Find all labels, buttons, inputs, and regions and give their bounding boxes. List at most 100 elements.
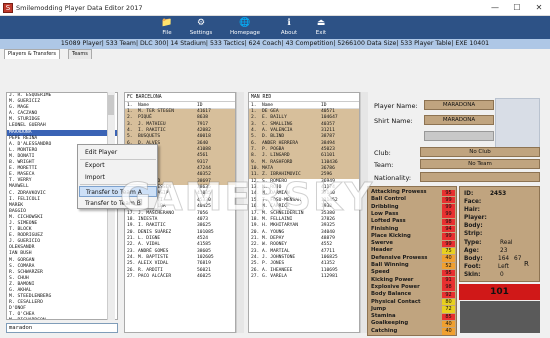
attribute-value-field[interactable]: 98 bbox=[442, 218, 455, 226]
minimize-button[interactable]: — bbox=[484, 1, 506, 14]
context-menu-item[interactable]: Edit Player bbox=[79, 147, 157, 158]
attribute-label: Lofted Pass bbox=[371, 218, 406, 225]
shirt-name-field[interactable]: MARADONA bbox=[424, 115, 494, 125]
player-list-item[interactable]: M. RICHARDSON bbox=[7, 318, 117, 319]
team-row-name: I. RAKITIC bbox=[138, 223, 166, 229]
attribute-row: Dribbling 99 bbox=[368, 203, 456, 211]
attribute-value-field[interactable]: 85 bbox=[442, 313, 455, 321]
team_a-column-header: 1. Name ID bbox=[125, 102, 235, 109]
attribute-row: Swerve 99 bbox=[368, 240, 456, 248]
attribute-label: Jump bbox=[371, 305, 387, 312]
attribute-value-field[interactable]: 99 bbox=[442, 240, 455, 248]
team-row-name: ANDRÉ GOMES bbox=[138, 248, 169, 254]
column-header-col_id[interactable]: ID bbox=[321, 102, 327, 109]
attributes-panel: Attacking Prowess 95 Ball Control 99 Dribbli… bbox=[367, 186, 457, 336]
attribute-value-field[interactable]: 91 bbox=[442, 277, 455, 284]
team-row-id: 47711 bbox=[321, 248, 335, 254]
team_a-name[interactable]: FC BARCELONA bbox=[125, 93, 235, 102]
team-row-n: 20. bbox=[251, 229, 260, 235]
attribute-value-field[interactable]: 40 bbox=[442, 255, 455, 262]
team-row-n: 2. bbox=[251, 115, 257, 121]
attribute-label: Finishing bbox=[371, 225, 399, 232]
attribute-value-field[interactable]: 40 bbox=[442, 328, 455, 335]
team-row-name: BUSQUETS bbox=[138, 134, 161, 140]
team-row[interactable]: 27. G. VARELA 112981 bbox=[249, 274, 359, 280]
team-row[interactable]: 27. PACO ALCÁCER 46025 bbox=[125, 274, 235, 280]
column-header-col_num[interactable]: 1. bbox=[127, 102, 133, 109]
toolbar: 📁 File ⚙ Settings 🌐 Homepage ℹ About ⏏ E… bbox=[0, 16, 550, 39]
attribute-label: Physical Contact bbox=[371, 298, 421, 305]
player-bio-panel: ID: 2453 Face: Hair: Player: Body: Strip… bbox=[459, 186, 540, 282]
team-row-id: 34040 bbox=[321, 229, 335, 235]
club-field[interactable]: No Club bbox=[420, 147, 540, 157]
attribute-value-field[interactable]: 99 bbox=[442, 211, 455, 218]
player-search-input[interactable]: maradon bbox=[6, 323, 118, 333]
close-button[interactable]: ✕ bbox=[528, 1, 550, 14]
attribute-label: Speed bbox=[371, 269, 390, 276]
team-row-name: ALEIX VIDAL bbox=[138, 261, 169, 267]
attribute-value-field[interactable]: 95 bbox=[442, 269, 455, 277]
column-header-col_num[interactable]: 1. bbox=[251, 102, 257, 109]
attribute-value-field[interactable]: 72 bbox=[442, 306, 455, 313]
nationality-field[interactable] bbox=[420, 172, 540, 182]
team-row-name: DENIS SUÁREZ bbox=[138, 229, 172, 235]
team-row-n: 5. bbox=[127, 134, 133, 140]
file-button[interactable]: 📁 File bbox=[150, 17, 184, 38]
attribute-value-field[interactable]: 95 bbox=[442, 189, 455, 196]
file-label: File bbox=[162, 30, 172, 36]
attribute-label: Dribbling bbox=[371, 203, 399, 210]
homepage-button[interactable]: 🌐 Homepage bbox=[228, 17, 262, 38]
team-row-id: 41585 bbox=[197, 242, 211, 248]
team-field[interactable]: No Team bbox=[420, 159, 540, 169]
body-size-label: Body: bbox=[464, 256, 483, 262]
attribute-value-field[interactable]: 99 bbox=[442, 204, 455, 211]
club-label: Club: bbox=[374, 149, 391, 157]
attribute-value-field[interactable]: 94 bbox=[442, 226, 455, 233]
face-label: Face: bbox=[464, 199, 482, 205]
globe-icon: 🌐 bbox=[239, 18, 251, 28]
team-row-name: H. MKHITARYAN bbox=[262, 223, 298, 229]
attribute-value-field[interactable]: 98 bbox=[442, 284, 455, 291]
attribute-label: Place Kicking bbox=[371, 232, 411, 239]
team-row-n: 26. bbox=[127, 267, 136, 273]
attribute-row: Place Kicking 99 bbox=[368, 232, 456, 240]
foot-label: Foot: bbox=[464, 264, 481, 270]
team_b-column-header: 1. Name ID bbox=[249, 102, 359, 109]
database-info-bar: 15089 Player| 533 Team| DLC 300| 14 Stad… bbox=[0, 39, 550, 49]
player-list-scroll-thumb[interactable] bbox=[108, 95, 114, 115]
attribute-label: Catching bbox=[371, 327, 398, 334]
player-name-field[interactable]: MARADONA bbox=[424, 100, 494, 110]
player-name-label: Player Name: bbox=[374, 102, 418, 110]
team-row-id: 61101 bbox=[321, 153, 335, 159]
attribute-value-field[interactable]: 40 bbox=[442, 320, 455, 328]
team-row-name: A. VIDAL bbox=[138, 242, 161, 248]
about-button[interactable]: ℹ About bbox=[272, 17, 306, 38]
team-row-name: A. YOUNG bbox=[262, 229, 285, 235]
column-header-col_name[interactable]: Name bbox=[138, 102, 149, 109]
team-row-id: 4552 bbox=[321, 242, 333, 248]
team-row-n: 25. bbox=[127, 261, 136, 267]
maximize-button[interactable]: ☐ bbox=[506, 1, 528, 14]
tab-players-transfers[interactable]: Players & Transfers bbox=[4, 49, 60, 59]
exit-button[interactable]: ⏏ Exit bbox=[304, 17, 338, 38]
attribute-value-field[interactable]: 80 bbox=[442, 299, 455, 306]
team-row-name: D. BLIND bbox=[262, 134, 285, 140]
attribute-value-field[interactable]: 52 bbox=[442, 262, 455, 269]
attribute-row: Jump 72 bbox=[368, 305, 456, 313]
attribute-value-field[interactable]: 92 bbox=[442, 291, 455, 299]
attribute-value-field[interactable]: 99 bbox=[442, 196, 455, 204]
team-row-id: 110695 bbox=[321, 267, 338, 273]
context-menu-item[interactable]: Export bbox=[79, 160, 157, 171]
body-label: Body: bbox=[464, 223, 483, 229]
team-row-id: 39325 bbox=[321, 223, 335, 229]
column-header-col_id[interactable]: ID bbox=[197, 102, 203, 109]
column-header-col_name[interactable]: Name bbox=[262, 102, 273, 109]
team_b-name[interactable]: MAN RED bbox=[249, 93, 359, 102]
attribute-value-field[interactable]: 99 bbox=[442, 233, 455, 240]
settings-button[interactable]: ⚙ Settings bbox=[184, 17, 218, 38]
team-row-n: 26. bbox=[251, 267, 260, 273]
attribute-label: Ball Control bbox=[371, 196, 406, 203]
attribute-value-field[interactable]: 75 bbox=[442, 247, 455, 255]
tab-teams[interactable]: Teams bbox=[68, 49, 92, 59]
attribute-row: Goalkeeping 40 bbox=[368, 320, 456, 328]
